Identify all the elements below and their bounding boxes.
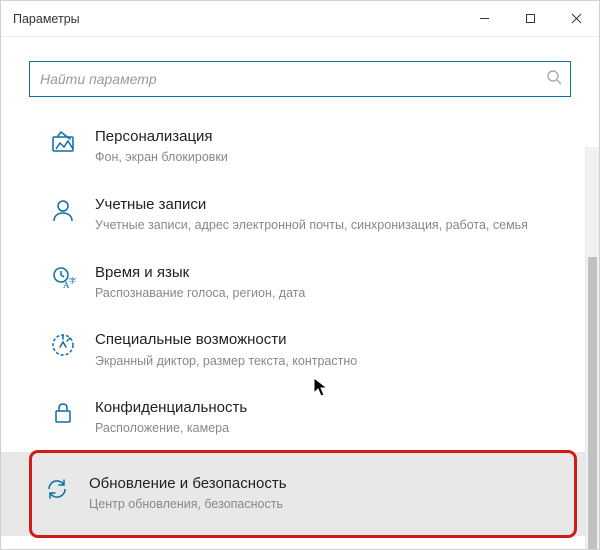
item-title: Обновление и безопасность	[89, 474, 569, 494]
personalization-icon	[49, 128, 77, 156]
item-sub: Расположение, камера	[95, 420, 569, 438]
item-title: Конфиденциальность	[95, 398, 569, 418]
search-box[interactable]	[29, 61, 571, 97]
item-title: Время и язык	[95, 263, 569, 283]
item-accounts[interactable]: Учетные записи Учетные записи, адрес эле…	[1, 181, 599, 249]
item-personalization[interactable]: Персонализация Фон, экран блокировки	[1, 113, 599, 181]
item-sub: Учетные записи, адрес электронной почты,…	[95, 217, 569, 235]
close-button[interactable]	[553, 1, 599, 36]
svg-text:字: 字	[69, 276, 76, 285]
item-update-security[interactable]: Обновление и безопасность Центр обновлен…	[1, 452, 599, 536]
search-icon	[546, 69, 562, 90]
item-title: Специальные возможности	[95, 330, 569, 350]
maximize-button[interactable]	[507, 1, 553, 36]
item-time-language[interactable]: A 字 Время и язык Распознавание голоса, р…	[1, 249, 599, 317]
search-input[interactable]	[40, 71, 546, 87]
item-sub: Экранный диктор, размер текста, контраст…	[95, 353, 569, 371]
window-title: Параметры	[13, 12, 461, 26]
item-sub: Распознавание голоса, регион, дата	[95, 285, 569, 303]
titlebar: Параметры	[1, 1, 599, 37]
item-ease-of-access[interactable]: Специальные возможности Экранный диктор,…	[1, 316, 599, 384]
ease-of-access-icon	[49, 331, 77, 359]
privacy-icon	[49, 399, 77, 427]
scrollbar[interactable]	[585, 147, 599, 549]
item-privacy[interactable]: Конфиденциальность Расположение, камера	[1, 384, 599, 452]
accounts-icon	[49, 196, 77, 224]
item-sub: Центр обновления, безопасность	[89, 496, 569, 514]
window-controls	[461, 1, 599, 36]
settings-list: Персонализация Фон, экран блокировки Уче…	[1, 109, 599, 536]
item-title: Учетные записи	[95, 195, 569, 215]
update-security-icon	[43, 475, 71, 503]
item-title: Персонализация	[95, 127, 569, 147]
time-language-icon: A 字	[49, 264, 77, 292]
scroll-thumb[interactable]	[588, 257, 597, 549]
search-row	[1, 37, 599, 109]
minimize-button[interactable]	[461, 1, 507, 36]
item-sub: Фон, экран блокировки	[95, 149, 569, 167]
